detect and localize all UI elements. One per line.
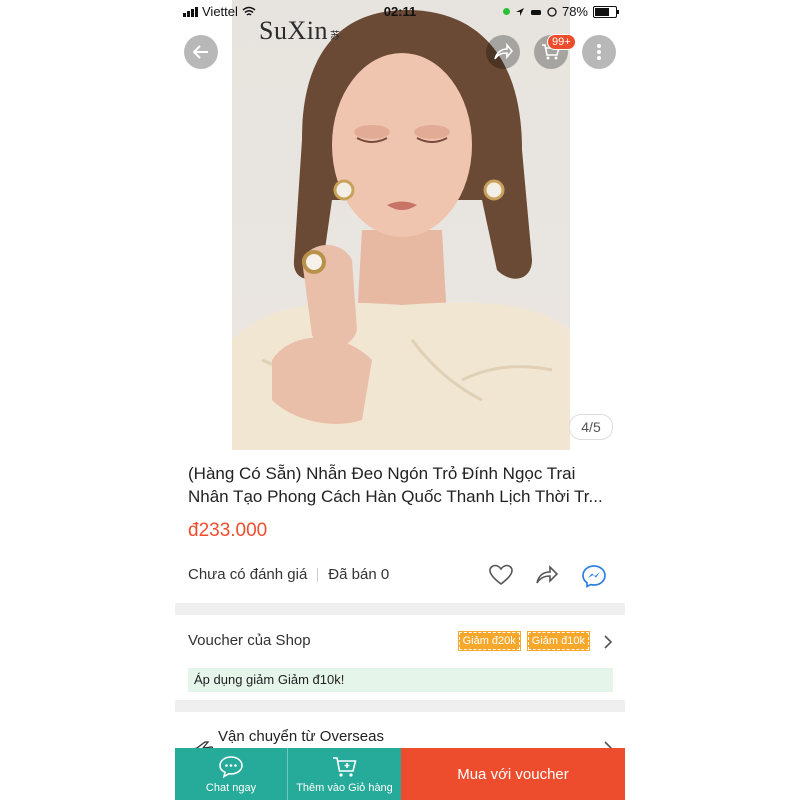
section-divider bbox=[175, 700, 625, 712]
voucher-tag[interactable]: Giảm đ10k bbox=[526, 631, 591, 651]
shop-voucher-row[interactable]: Voucher của Shop Giảm đ20k Giảm đ10k bbox=[188, 631, 613, 654]
location-icon bbox=[515, 7, 524, 16]
voucher-tag[interactable]: Giảm đ20k bbox=[457, 631, 521, 651]
voucher-tags: Giảm đ20k Giảm đ10k bbox=[457, 631, 591, 651]
section-divider bbox=[175, 603, 625, 615]
gallery-page-indicator: 4/5 bbox=[569, 414, 613, 440]
status-bar: Viettel 02:11 78% bbox=[175, 0, 625, 22]
battery-icon bbox=[593, 5, 619, 18]
chat-bubble-icon bbox=[219, 755, 243, 778]
share-product-icon[interactable] bbox=[535, 564, 559, 586]
product-title: (Hàng Có Sẵn) Nhẫn Đeo Ngón Trỏ Đính Ngọ… bbox=[188, 464, 603, 506]
bottom-action-bar: Chat ngay Thêm vào Giỏ hàng Mua với vouc… bbox=[175, 748, 625, 800]
add-to-cart-button[interactable]: Thêm vào Giỏ hàng bbox=[287, 748, 401, 800]
battery-fill bbox=[595, 7, 609, 16]
shipping-label: Vận chuyển từ Overseas bbox=[218, 728, 384, 745]
product-price: đ233.000 bbox=[188, 520, 268, 541]
back-button[interactable] bbox=[184, 35, 218, 69]
heart-icon[interactable] bbox=[489, 564, 513, 586]
product-actions bbox=[489, 564, 607, 588]
voucher-apply-banner: Áp dụng giảm Giảm đ10k! bbox=[188, 668, 613, 692]
model-photo-illustration bbox=[232, 10, 570, 450]
add-to-cart-label: Thêm vào Giỏ hàng bbox=[296, 781, 393, 794]
sold-count: Đã bán 0 bbox=[328, 566, 390, 583]
messenger-icon[interactable] bbox=[581, 564, 607, 588]
product-meta: Chưa có đánh giá Đã bán 0 bbox=[188, 566, 389, 583]
orientation-lock-icon bbox=[547, 6, 557, 17]
meta-divider bbox=[317, 567, 319, 582]
cart-badge: 99+ bbox=[547, 34, 576, 50]
product-gallery[interactable]: SuXin 苏 99+ 4/5 bbox=[175, 0, 625, 450]
brand-sub: 苏 bbox=[329, 31, 341, 42]
car-icon bbox=[530, 9, 541, 15]
product-page: SuXin 苏 99+ 4/5 Viettel 02:11 78% (Hàng … bbox=[175, 0, 625, 800]
share-icon bbox=[494, 43, 513, 60]
voucher-label: Voucher của Shop bbox=[188, 632, 311, 649]
buy-with-voucher-label: Mua với voucher bbox=[457, 765, 569, 783]
buy-with-voucher-button[interactable]: Mua với voucher bbox=[401, 748, 625, 800]
chat-now-label: Chat ngay bbox=[205, 781, 257, 794]
more-vertical-icon bbox=[597, 44, 601, 60]
chat-now-button[interactable]: Chat ngay bbox=[175, 748, 287, 800]
share-button[interactable] bbox=[486, 35, 520, 69]
add-cart-icon bbox=[332, 756, 357, 777]
chevron-right-icon bbox=[604, 635, 613, 649]
battery-percent: 78% bbox=[561, 4, 588, 19]
rating-text[interactable]: Chưa có đánh giá bbox=[188, 566, 307, 583]
arrow-left-icon bbox=[192, 45, 208, 59]
more-button[interactable] bbox=[582, 35, 616, 69]
product-photo[interactable] bbox=[232, 0, 570, 450]
camera-in-use-icon bbox=[502, 8, 510, 15]
